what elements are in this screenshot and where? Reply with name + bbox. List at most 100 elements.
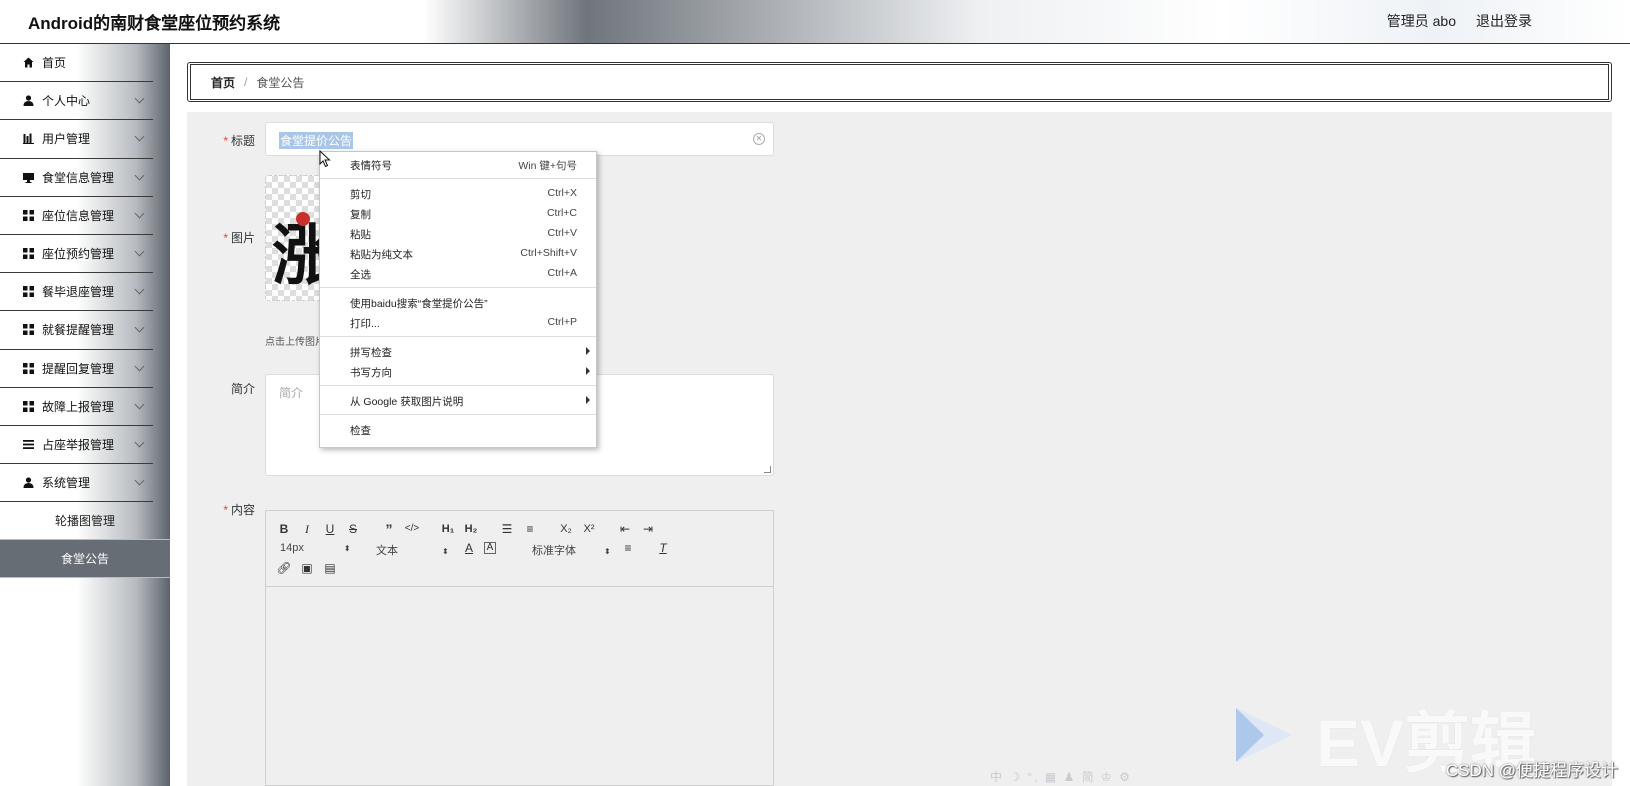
clear-format-icon[interactable]: T <box>655 540 671 556</box>
chevron-down-icon <box>134 284 145 295</box>
editor-toolbar: B I U S ” </> H₁ H₂ ☰ ≡ X₂ X² ⇤ ⇥ 14px ⬍ … <box>266 511 773 587</box>
menu-item-cut[interactable]: 剪切 Ctrl+X <box>320 184 596 204</box>
sidebar-item-system[interactable]: 系统管理 <box>0 464 153 503</box>
superscript-icon[interactable]: X² <box>581 521 597 537</box>
submenu-arrow-icon <box>586 396 590 404</box>
menu-item-search[interactable]: 使用baidu搜索“食堂提价公告” <box>320 293 596 313</box>
logout-link[interactable]: 退出登录 <box>1476 11 1532 31</box>
sidebar-item-label: 用户管理 <box>42 132 91 147</box>
link-icon[interactable]: 🔗︎ <box>276 560 292 576</box>
rich-text-editor: B I U S ” </> H₁ H₂ ☰ ≡ X₂ X² ⇤ ⇥ 14px ⬍ … <box>265 510 774 786</box>
chevron-down-icon <box>134 399 145 410</box>
header-user-area: 管理员 abo 退出登录 <box>1387 11 1532 31</box>
header-select[interactable]: 文本 ⬍ <box>376 542 449 558</box>
sidebar-item-label: 故障上报管理 <box>42 399 115 414</box>
intro-placeholder: 简介 <box>279 386 304 400</box>
h1-icon[interactable]: H₁ <box>440 521 456 537</box>
list-icon <box>22 438 34 450</box>
editor-content-area[interactable] <box>266 588 773 785</box>
menu-item-inspect[interactable]: 检查 <box>320 420 596 440</box>
sidebar-item-canteen-info[interactable]: 食堂信息管理 <box>0 159 153 197</box>
italic-icon[interactable]: I <box>299 521 315 537</box>
upload-hint[interactable]: 点击上传图片 <box>265 333 325 348</box>
font-family-select[interactable]: 标准字体 ⬍ <box>532 542 611 558</box>
menu-item-google-image[interactable]: 从 Google 获取图片说明 <box>320 391 596 411</box>
sidebar-item-label: 就餐提醒管理 <box>42 323 115 338</box>
bullet-list-icon[interactable]: ≡ <box>522 521 538 537</box>
sidebar-item-seat-return[interactable]: 餐毕退座管理 <box>0 273 153 312</box>
subscript-icon[interactable]: X₂ <box>558 521 574 537</box>
menu-item-paste-plain[interactable]: 粘贴为纯文本 Ctrl+Shift+V <box>320 244 596 264</box>
sidebar-item-seat-booking[interactable]: 座位预约管理 <box>0 235 153 274</box>
sidebar-item-seat-report[interactable]: 占座举报管理 <box>0 426 153 465</box>
blockquote-icon[interactable]: ” <box>381 521 397 537</box>
h2-icon[interactable]: H₂ <box>463 521 479 537</box>
resize-handle[interactable] <box>764 466 771 473</box>
top-header: Android的南财食堂座位预约系统 管理员 abo 退出登录 <box>0 0 1630 44</box>
menu-item-copy[interactable]: 复制 Ctrl+C <box>320 204 596 224</box>
menu-item-writing-direction[interactable]: 书写方向 <box>320 362 596 382</box>
user-name: 管理员 abo <box>1386 13 1456 29</box>
text-color-icon[interactable]: A <box>461 540 477 556</box>
title-input-value: 食堂提价公告 <box>279 132 354 149</box>
menu-item-select-all[interactable]: 全选 Ctrl+A <box>320 264 596 284</box>
sidebar-item-meal-reminder[interactable]: 就餐提醒管理 <box>0 311 153 350</box>
image-icon[interactable]: ▣ <box>299 560 315 576</box>
grid-icon <box>22 400 34 412</box>
strike-icon[interactable]: S <box>345 521 361 537</box>
chevron-down-icon <box>134 361 145 371</box>
home-icon <box>22 57 34 69</box>
ordered-list-icon[interactable]: ☰ <box>499 521 515 537</box>
submenu-arrow-icon <box>586 347 590 355</box>
menu-item-emoji[interactable]: 表情符号 Win 键+句号 <box>320 155 596 175</box>
sidebar-item-reminder-reply[interactable]: 提醒回复管理 <box>0 350 153 388</box>
sidebar-item-label: 首页 <box>42 56 67 71</box>
chevron-down-icon <box>134 246 145 257</box>
required-mark: * <box>223 503 228 517</box>
submenu-arrow-icon <box>586 367 590 375</box>
sidebar-subitem-carousel[interactable]: 轮播图管理 <box>0 502 170 541</box>
outdent-icon[interactable]: ⇤ <box>617 521 633 537</box>
menu-separator <box>320 414 596 415</box>
sidebar-subitem-canteen-notice[interactable]: 食堂公告 <box>0 540 170 579</box>
image-label: * 图片 <box>223 231 255 245</box>
breadcrumb-current: 食堂公告 <box>256 75 305 90</box>
sidebar-item-users[interactable]: 用户管理 <box>0 120 153 159</box>
sidebar-item-label: 系统管理 <box>42 476 91 491</box>
menu-separator <box>320 385 596 386</box>
menu-separator <box>320 287 596 288</box>
breadcrumb-home[interactable]: 首页 <box>211 74 235 91</box>
intro-label: 简介 <box>230 382 255 396</box>
sidebar-item-fault-report[interactable]: 故障上报管理 <box>0 388 153 426</box>
clear-icon[interactable]: ✕ <box>753 133 765 145</box>
background-color-icon[interactable]: A <box>484 542 496 554</box>
user-icon <box>22 477 34 489</box>
menu-separator <box>320 336 596 337</box>
underline-icon[interactable]: U <box>322 521 338 537</box>
title-label: * 标题 <box>223 134 255 148</box>
menu-item-paste[interactable]: 粘贴 Ctrl+V <box>320 224 596 244</box>
indent-icon[interactable]: ⇥ <box>640 521 656 537</box>
menu-separator <box>320 178 596 179</box>
content-label: * 内容 <box>223 503 255 517</box>
required-mark: * <box>223 231 228 245</box>
chevron-down-icon <box>134 322 145 333</box>
grid-icon <box>22 324 34 336</box>
mouse-cursor-icon <box>319 150 331 168</box>
sidebar-item-seat-info[interactable]: 座位信息管理 <box>0 197 153 235</box>
bold-icon[interactable]: B <box>276 521 292 537</box>
chevron-down-icon <box>134 131 145 142</box>
sidebar-item-personal-center[interactable]: 个人中心 <box>0 82 153 121</box>
menu-item-spellcheck[interactable]: 拼写检查 <box>320 342 596 362</box>
sidebar-item-label: 提醒回复管理 <box>42 361 115 376</box>
video-icon[interactable]: ▤ <box>322 560 338 576</box>
ime-toolbar: 中 ☽ °, ▦ ♟ 简 ♔ ⚙ <box>990 770 1132 784</box>
code-icon[interactable]: </> <box>404 521 420 537</box>
font-size-select[interactable]: 14px ⬍ <box>280 542 351 554</box>
align-icon[interactable]: ≡ <box>620 540 636 556</box>
ev-logo-icon <box>1236 708 1292 762</box>
menu-item-print[interactable]: 打印... Ctrl+P <box>320 313 596 333</box>
sidebar-item-home[interactable]: 首页 <box>0 44 153 83</box>
sidebar-item-label: 个人中心 <box>42 94 91 109</box>
sidebar-item-label: 占座举报管理 <box>42 437 115 452</box>
